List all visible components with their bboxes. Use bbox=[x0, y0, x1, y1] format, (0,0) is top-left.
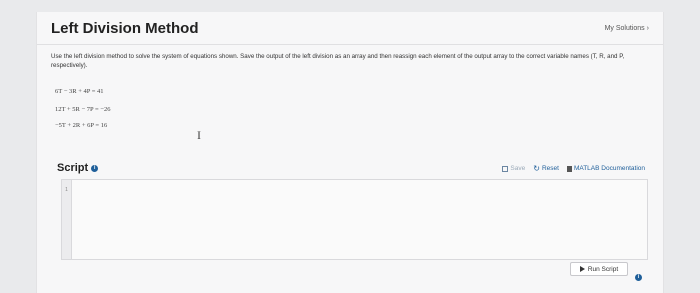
problem-card: Left Division Method My Solutions › Use … bbox=[36, 12, 664, 293]
run-help-button[interactable]: i bbox=[635, 265, 642, 283]
script-editor[interactable]: 1 bbox=[61, 179, 648, 260]
equation-2: 12T + 5R − 7P = −26 bbox=[55, 106, 111, 113]
script-label: Script bbox=[57, 162, 89, 174]
problem-description: Use the left division method to solve th… bbox=[51, 53, 625, 69]
run-script-label: Run Script bbox=[587, 265, 619, 273]
run-script-button[interactable]: Run Script bbox=[570, 262, 628, 276]
equation-3: −5T + 2R + 6P = 16 bbox=[55, 122, 108, 129]
text-cursor-icon: I bbox=[197, 128, 201, 142]
chevron-right-icon: › bbox=[646, 25, 649, 32]
script-toolbar: Save ↻ Reset MATLAB Documentation bbox=[502, 163, 645, 173]
documentation-icon bbox=[566, 165, 572, 172]
save-icon bbox=[502, 165, 509, 172]
reset-label: Reset bbox=[541, 165, 559, 172]
play-icon bbox=[579, 266, 585, 272]
my-solutions-link[interactable]: My Solutions › bbox=[605, 25, 649, 32]
header-divider bbox=[37, 44, 663, 45]
page-title: Left Division Method bbox=[51, 20, 199, 37]
info-icon: i bbox=[635, 274, 642, 281]
reset-icon: ↻ bbox=[533, 163, 540, 173]
documentation-label: MATLAB Documentation bbox=[573, 165, 645, 172]
reset-button[interactable]: ↻ Reset bbox=[533, 163, 559, 173]
save-button[interactable]: Save bbox=[502, 165, 525, 172]
line-number: 1 bbox=[65, 187, 68, 193]
info-icon[interactable]: i bbox=[91, 164, 99, 172]
script-header: Script i bbox=[57, 162, 99, 174]
line-number-gutter: 1 bbox=[62, 180, 72, 259]
save-label: Save bbox=[510, 165, 526, 172]
my-solutions-label: My Solutions bbox=[604, 25, 645, 32]
matlab-documentation-link[interactable]: MATLAB Documentation bbox=[566, 165, 645, 172]
equation-1: 6T − 3R + 4P = 41 bbox=[55, 88, 104, 95]
